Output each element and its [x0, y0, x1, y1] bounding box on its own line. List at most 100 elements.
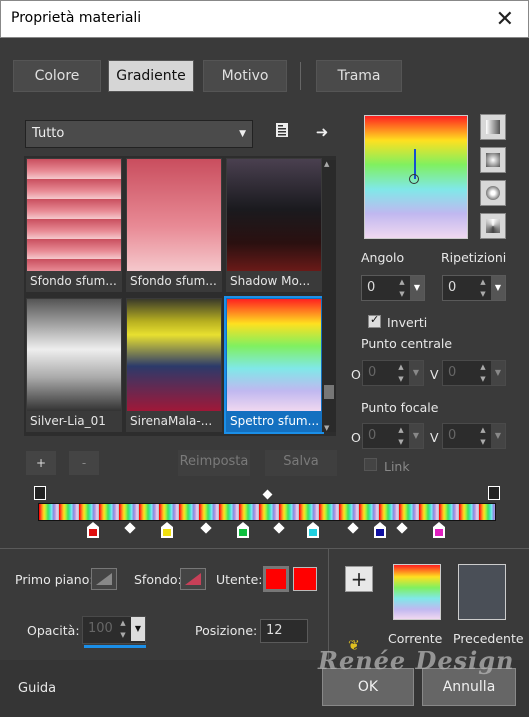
- reset-button[interactable]: Reimposta: [178, 450, 250, 476]
- stepper-icon[interactable]: ▲ ▼: [395, 424, 407, 448]
- center-y-spinbox[interactable]: 0 ▲ ▼ ▼: [442, 360, 506, 386]
- foreground-label: Primo piano:: [15, 572, 94, 587]
- linear-style-button[interactable]: [480, 114, 506, 140]
- resource-manager-icon[interactable]: [272, 122, 292, 142]
- gradient-swatch: [127, 299, 221, 411]
- radial-style-button[interactable]: [480, 213, 506, 239]
- color-stop[interactable]: [307, 522, 319, 538]
- previous-swatch[interactable]: [458, 564, 506, 620]
- stepper-icon[interactable]: ▲ ▼: [395, 361, 407, 385]
- gradient-swatch: [227, 299, 321, 411]
- focal-y-value: 0: [448, 428, 457, 443]
- invert-checkbox[interactable]: ✓: [368, 313, 381, 328]
- stepper-icon[interactable]: ▲ ▼: [477, 361, 489, 385]
- center-y-label: V: [430, 367, 439, 382]
- current-label: Corrente: [388, 631, 443, 646]
- color-stop[interactable]: [161, 522, 173, 538]
- focal-x-label: O: [351, 430, 361, 445]
- focal-point-label: Punto focale: [361, 400, 439, 415]
- gradient-thumb[interactable]: Sfondo sfum...: [26, 158, 122, 292]
- position-input[interactable]: 12: [260, 619, 308, 643]
- center-x-spinbox[interactable]: 0 ▲ ▼ ▼: [362, 360, 424, 386]
- chevron-down-icon[interactable]: ▼: [491, 361, 505, 385]
- tab-gradiente[interactable]: Gradiente: [108, 60, 194, 92]
- sunburst-gradient-icon: [486, 186, 500, 200]
- position-value: 12: [266, 623, 283, 638]
- center-handle-icon[interactable]: [409, 174, 419, 184]
- arrow-right-icon[interactable]: ➜: [312, 122, 332, 142]
- transparency-stop-right[interactable]: [488, 486, 500, 500]
- stepper-icon[interactable]: ▲ ▼: [396, 276, 408, 300]
- divider: [328, 549, 329, 659]
- gradient-label: Shadow Mo...: [230, 274, 311, 288]
- chevron-down-icon[interactable]: ▼: [491, 424, 505, 448]
- gradient-editor-bar[interactable]: [38, 503, 496, 521]
- chevron-down-icon[interactable]: ▼: [410, 276, 424, 300]
- add-gradient-button[interactable]: +: [25, 450, 57, 476]
- gradient-thumb[interactable]: Sfondo sfum...: [126, 158, 222, 292]
- chevron-down-icon[interactable]: ▼: [491, 276, 505, 300]
- linear-gradient-icon: [486, 120, 500, 134]
- link-label: Link: [384, 459, 410, 474]
- rectangular-style-button[interactable]: [480, 147, 506, 173]
- user-label: Utente:: [216, 572, 263, 587]
- tab-colore[interactable]: Colore: [13, 60, 101, 92]
- focal-y-spinbox[interactable]: 0 ▲ ▼ ▼: [442, 423, 506, 449]
- stepper-icon[interactable]: ▲ ▼: [477, 276, 489, 300]
- opacity-slider-bar[interactable]: [84, 645, 146, 648]
- gradient-thumb-selected[interactable]: Spettro sfum...: [224, 296, 324, 434]
- sunburst-style-button[interactable]: [480, 180, 506, 206]
- color-stop[interactable]: [433, 522, 445, 538]
- opacity-spinbox[interactable]: 100 ▲ ▼ ▼: [82, 616, 146, 644]
- gradient-preview[interactable]: [364, 115, 468, 239]
- add-to-swatches-button[interactable]: +: [345, 566, 373, 592]
- gradient-style-icon: [96, 573, 112, 585]
- background-swatch[interactable]: [180, 568, 206, 590]
- focal-y-label: V: [430, 430, 439, 445]
- link-checkbox[interactable]: [364, 458, 377, 471]
- color-stop[interactable]: [237, 522, 249, 538]
- chevron-down-icon[interactable]: ▼: [409, 424, 423, 448]
- scroll-down-icon[interactable]: ▼: [324, 424, 329, 432]
- chevron-down-icon[interactable]: ▼: [409, 361, 423, 385]
- repeats-spinbox[interactable]: 0 ▲ ▼ ▼: [442, 275, 506, 301]
- gallery-scrollbar[interactable]: ▲ ▼: [322, 160, 336, 432]
- tab-motivo[interactable]: Motivo: [203, 60, 287, 92]
- gradient-thumb[interactable]: Silver-Lia_01: [26, 298, 122, 432]
- previous-label: Precedente: [453, 631, 524, 646]
- color-stop[interactable]: [374, 522, 386, 538]
- gradient-gallery: Sfondo sfum... Sfondo sfum... Shadow Mo.…: [24, 156, 336, 436]
- stepper-icon[interactable]: ▲ ▼: [477, 424, 489, 448]
- user-color-swatch[interactable]: [263, 566, 289, 592]
- scrollbar-thumb[interactable]: [324, 385, 334, 399]
- gradient-thumb[interactable]: Shadow Mo...: [226, 158, 322, 292]
- chevron-down-icon[interactable]: ▼: [131, 617, 145, 641]
- close-icon[interactable]: ✕: [496, 7, 514, 32]
- gradient-thumb[interactable]: SirenaMala-...: [126, 298, 222, 432]
- repeats-label: Ripetizioni: [441, 250, 507, 265]
- gradient-swatch: [27, 159, 121, 271]
- center-point-label: Punto centrale: [361, 336, 453, 351]
- category-dropdown[interactable]: Tutto ▼: [25, 120, 253, 148]
- current-swatch[interactable]: [393, 564, 441, 620]
- repeats-value: 0: [448, 280, 457, 295]
- color-style-icon: [185, 573, 201, 585]
- focal-x-spinbox[interactable]: 0 ▲ ▼ ▼: [362, 423, 424, 449]
- tab-trama[interactable]: Trama: [316, 60, 402, 92]
- angle-value: 0: [367, 280, 376, 295]
- stepper-icon[interactable]: ▲ ▼: [117, 617, 129, 641]
- gradient-label: Sfondo sfum...: [30, 274, 117, 288]
- tab-separator: [300, 62, 301, 90]
- divider: [0, 548, 529, 549]
- help-link[interactable]: Guida: [18, 681, 56, 696]
- gradient-swatch: [127, 159, 221, 271]
- foreground-swatch[interactable]: [91, 568, 117, 590]
- scroll-up-icon[interactable]: ▲: [324, 160, 329, 168]
- gradient-label: Silver-Lia_01: [30, 414, 106, 428]
- color-stop[interactable]: [87, 522, 99, 538]
- transparency-stop-left[interactable]: [34, 486, 46, 500]
- angle-spinbox[interactable]: 0 ▲ ▼ ▼: [361, 275, 425, 301]
- save-button[interactable]: Salva: [265, 450, 337, 476]
- user-color-swatch-alt[interactable]: [293, 567, 317, 591]
- remove-gradient-button[interactable]: -: [68, 450, 100, 476]
